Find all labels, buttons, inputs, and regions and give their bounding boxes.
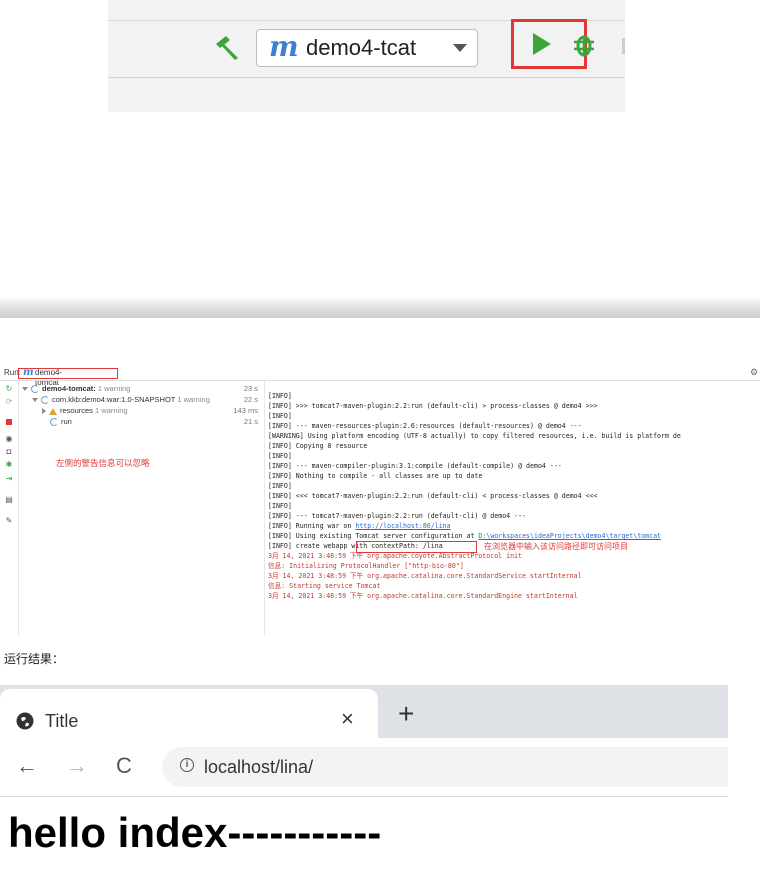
forward-arrow-icon[interactable]: → (66, 751, 88, 781)
info-icon[interactable]: i (180, 758, 194, 772)
globe-icon (16, 712, 34, 730)
console-line: 信息: Initializing ProtocolHandler ["http-… (268, 562, 464, 570)
reload-icon[interactable]: C (116, 751, 132, 781)
tree-row[interactable]: demo4-tomcat: 1 warning 23 s (18, 383, 264, 394)
console-line-config: [INFO] Using existing Tomcat server conf… (268, 532, 662, 540)
console-line: [INFO] Nothing to compile - all classes … (268, 472, 483, 480)
debug-icon[interactable]: ✱ (4, 460, 14, 470)
run-tool-sidebar: ↻ ⟳ ◉ ◘ ✱ ⇥ ▤ ✎ (0, 381, 19, 636)
right-annotation: 在浏览器中输入该访问路径即可访问项目 (484, 542, 628, 551)
url-input[interactable]: i localhost/lina/ (162, 747, 728, 787)
console-line: 信息: Starting service Tomcat (268, 582, 381, 590)
back-arrow-icon[interactable]: ← (16, 751, 38, 781)
run-config-selector[interactable]: m demo4-tcat (256, 29, 478, 67)
maven-icon: m (23, 367, 34, 378)
console-line: [INFO] --- maven-compiler-plugin:3.1:com… (268, 462, 562, 470)
url-highlight-box (356, 541, 477, 553)
ide-run-window: Run: m demo4-tomcat ⚙ ↻ ⟳ ◉ ◘ ✱ ⇥ ▤ ✎ de… (0, 366, 760, 636)
warning-icon (49, 407, 57, 415)
localhost-link[interactable]: http://localhost:80/lina (355, 522, 450, 530)
console-line: [INFO] <<< tomcat7-maven-plugin:2.2:run … (268, 492, 598, 500)
console-line: [INFO] >>> tomcat7-maven-plugin:2.2:run … (268, 402, 598, 410)
left-annotation: 左侧的警告信息可以忽略 (56, 458, 150, 468)
section-separator (0, 296, 760, 318)
browser-window: Title × + ← → C i localhost/lina/ hello … (0, 685, 728, 875)
chevron-down-icon (453, 44, 467, 52)
tree-row[interactable]: com.kkb:demo4:war:1.0-SNAPSHOT 1 warning… (18, 394, 264, 405)
gear-icon[interactable]: ⚙ (750, 367, 758, 378)
ide-toolbar: m demo4-tcat (108, 0, 625, 112)
page-heading: hello index----------- (8, 809, 382, 856)
run-play-icon[interactable] (533, 33, 551, 55)
maven-icon: m (269, 30, 299, 63)
config-path-link[interactable]: D:\workspaces\ideaProjects\demo4\target\… (478, 532, 661, 540)
running-icon (50, 418, 58, 427)
pin-icon[interactable]: ✎ (4, 516, 14, 526)
console-line: [INFO] --- maven-resources-plugin:2.6:re… (268, 422, 582, 430)
debug-bug-icon[interactable] (573, 30, 595, 60)
console-line: [WARNING] Using platform encoding (UTF-8… (268, 432, 681, 440)
close-icon[interactable]: × (341, 707, 354, 731)
build-hammer-icon[interactable] (212, 32, 242, 62)
tab-strip: Title × + (0, 685, 728, 739)
browser-tab[interactable]: Title × (0, 689, 378, 739)
console-line: [INFO] (268, 452, 292, 460)
rerun-failed-icon[interactable]: ⟳ (4, 397, 14, 407)
console-line: [INFO] (268, 392, 292, 400)
expand-icon (22, 387, 28, 392)
collapsed-icon (42, 408, 46, 415)
camera-icon[interactable]: ◘ (4, 447, 14, 457)
console-line: [INFO] (268, 482, 292, 490)
toggle-view-icon[interactable]: ◉ (4, 434, 14, 444)
run-config-name: demo4-tcat (306, 35, 417, 60)
toolbar-bottom-border (108, 77, 625, 78)
tab-title: Title (45, 711, 79, 731)
console-line: [INFO] (268, 412, 292, 420)
console-output: [INFO] [INFO] >>> tomcat7-maven-plugin:2… (268, 381, 760, 636)
url-text: localhost/lina/ (204, 757, 314, 777)
result-label: 运行结果： (4, 652, 65, 666)
console-line: [INFO] --- tomcat7-maven-plugin:2.2:run … (268, 512, 527, 520)
toolbar-overflow-icon[interactable] (622, 38, 625, 54)
address-bar-row: ← → C i localhost/lina/ (0, 739, 728, 797)
layout-icon[interactable]: ▤ (4, 495, 14, 505)
tree-row[interactable]: run 21 s (18, 416, 264, 427)
toolbar-top-border (108, 0, 625, 21)
export-icon[interactable]: ⇥ (4, 474, 14, 484)
console-line-running: [INFO] Running war on http://localhost:8… (268, 522, 451, 530)
expand-icon (32, 398, 38, 403)
console-line: 3月 14, 2021 3:48:59 下午 org.apache.catali… (268, 592, 578, 600)
tree-row[interactable]: resources 1 warning 143 ms (18, 405, 264, 416)
console-line: [INFO] Copying 0 resource (268, 442, 368, 450)
running-icon (41, 396, 49, 405)
console-line: 3月 14, 2021 3:48:59 下午 org.apache.catali… (268, 572, 582, 580)
run-tree: demo4-tomcat: 1 warning 23 s com.kkb:dem… (18, 381, 265, 636)
running-icon (31, 385, 39, 394)
rerun-icon[interactable]: ↻ (4, 384, 14, 394)
console-line: [INFO] (268, 502, 292, 510)
new-tab-icon[interactable]: + (398, 699, 414, 729)
